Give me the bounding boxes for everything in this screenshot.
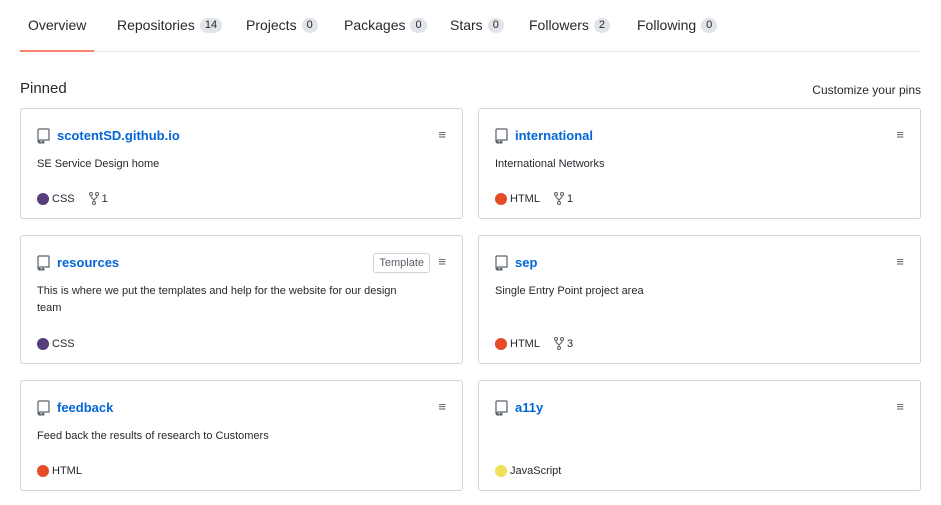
pinned-repo-card: sep ≡ Single Entry Point project area HTML 3 [478, 235, 921, 364]
repo-name-link[interactable]: resources [57, 255, 119, 270]
language-color-dot [495, 192, 507, 205]
repo-name-link[interactable]: international [515, 128, 593, 143]
repo-meta: JavaScript [495, 465, 561, 477]
fork-icon [88, 192, 99, 205]
tab-count-badge: 2 [593, 17, 611, 33]
drag-handle-icon[interactable]: ≡ [896, 255, 904, 269]
tab-label: Following [637, 17, 697, 34]
tab-label: Packages [344, 17, 406, 34]
repo-icon [37, 400, 50, 416]
repo-name-link[interactable]: sep [515, 255, 537, 270]
fork-count-link[interactable]: 1 [553, 192, 574, 205]
template-badge: Template [373, 253, 430, 273]
fork-count: 3 [566, 337, 574, 350]
repo-icon [495, 400, 508, 416]
repo-icon [37, 128, 50, 144]
fork-count-link[interactable]: 3 [553, 337, 574, 350]
repo-icon [37, 255, 50, 271]
drag-handle-icon[interactable]: ≡ [896, 128, 904, 142]
tab-packages[interactable]: Packages 0 [344, 16, 427, 52]
repo-language: HTML [510, 337, 540, 350]
tab-count-badge: 0 [701, 17, 718, 33]
repo-meta: CSS 1 [37, 192, 108, 205]
fork-count: 1 [101, 192, 108, 205]
tab-count-badge: 0 [410, 17, 427, 33]
repo-meta: HTML 1 [495, 192, 573, 205]
pinned-repo-card: a11y ≡ JavaScript [478, 380, 921, 491]
tab-label: Repositories [117, 17, 195, 34]
profile-tabs: Overview Repositories 14 Projects 0 Packag… [19, 0, 921, 52]
pinned-heading: Pinned [20, 80, 67, 97]
repo-meta: CSS [37, 338, 75, 350]
tab-label: Stars [450, 17, 483, 34]
tab-label: Overview [28, 17, 87, 34]
tab-label: Projects [246, 17, 297, 34]
tab-followers[interactable]: Followers 2 [529, 16, 611, 52]
tab-overview[interactable]: Overview [19, 16, 95, 52]
pinned-repo-card: scotentSD.github.io ≡ SE Service Design ho… [20, 108, 463, 219]
tab-projects[interactable]: Projects 0 [246, 16, 318, 52]
language-color-dot [37, 465, 49, 477]
pinned-repo-card: feedback ≡ Feed back the results of resear… [20, 380, 463, 491]
repo-name-link[interactable]: scotentSD.github.io [57, 128, 180, 143]
pinned-repo-card: international ≡ International Networks HTML… [478, 108, 921, 219]
repo-description: This is where we put the templates and h… [37, 285, 397, 314]
drag-handle-icon[interactable]: ≡ [438, 128, 446, 142]
tab-count-badge: 14 [199, 17, 223, 33]
language-color-dot [495, 337, 507, 350]
language-color-dot [495, 465, 507, 477]
repo-description: Single Entry Point project area [495, 285, 644, 297]
fork-count-link[interactable]: 1 [88, 192, 108, 205]
repo-meta: HTML 3 [495, 337, 573, 350]
fork-count: 1 [566, 192, 574, 205]
fork-icon [553, 192, 564, 205]
fork-icon [553, 337, 564, 350]
repo-name-link[interactable]: a11y [515, 400, 543, 415]
repo-language: HTML [52, 465, 82, 477]
repo-name-link[interactable]: feedback [57, 400, 113, 415]
repo-description: International Networks [495, 158, 605, 170]
repo-icon [495, 255, 508, 271]
repo-language: HTML [510, 192, 540, 205]
repo-language: JavaScript [510, 465, 562, 477]
repo-meta: HTML [37, 465, 82, 477]
tab-label: Followers [529, 17, 589, 34]
language-color-dot [37, 338, 49, 350]
pinned-repo-card: resources Template ≡ This is where we put t… [20, 235, 463, 364]
tab-count-badge: 0 [487, 17, 504, 33]
repo-icon [495, 128, 508, 144]
tab-count-badge: 0 [301, 17, 318, 33]
repo-language: CSS [52, 192, 75, 205]
drag-handle-icon[interactable]: ≡ [896, 400, 904, 414]
repo-description: SE Service Design home [37, 158, 160, 170]
repo-description: Feed back the results of research to Cus… [37, 430, 269, 442]
tab-stars[interactable]: Stars 0 [450, 16, 504, 52]
tab-following[interactable]: Following 0 [637, 16, 718, 52]
repo-language: CSS [52, 338, 75, 350]
tab-repositories[interactable]: Repositories 14 [117, 16, 223, 52]
drag-handle-icon[interactable]: ≡ [438, 255, 446, 269]
language-color-dot [37, 192, 49, 205]
customize-pins-link[interactable]: Customize your pins [812, 83, 921, 97]
drag-handle-icon[interactable]: ≡ [438, 400, 446, 414]
